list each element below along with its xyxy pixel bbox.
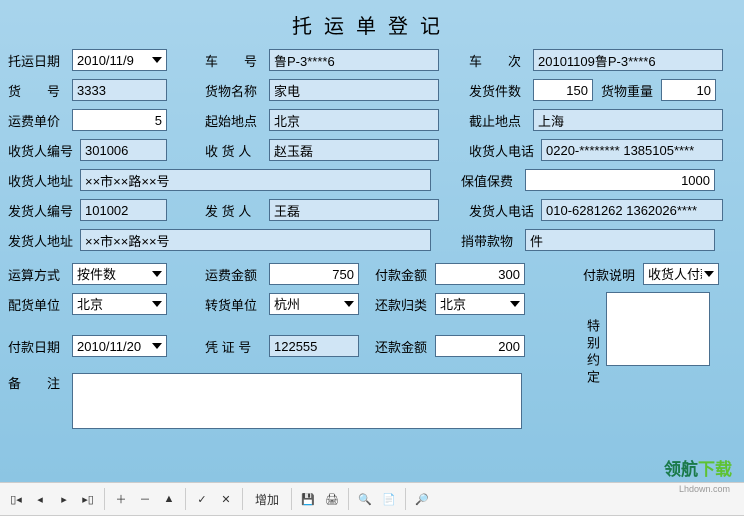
page-title: 托运单登记: [8, 4, 736, 49]
trip-input[interactable]: [533, 49, 723, 71]
send-qty-label: 发货件数: [469, 81, 529, 100]
carry-label: 捎带款物: [461, 231, 521, 250]
toolbar: ▯◂ ◂ ▸ ▸▯ ＋ － ▲ ✓ ✕ 增加 💾 🖨 🔍 📄 🔎: [0, 482, 744, 516]
pay-desc-select[interactable]: 收货人付款: [643, 263, 719, 285]
separator: [348, 488, 349, 510]
plate-input[interactable]: [269, 49, 439, 71]
goods-no-input[interactable]: [72, 79, 167, 101]
recv-addr-label: 收货人地址: [8, 171, 76, 190]
consign-date-select[interactable]: 2010/11/9: [72, 49, 167, 71]
nav-first-button[interactable]: ▯◂: [6, 489, 26, 509]
separator: [104, 488, 105, 510]
send-no-input[interactable]: [80, 199, 167, 221]
plate-label: 车 号: [205, 51, 265, 70]
goods-name-label: 货物名称: [205, 81, 265, 100]
send-name-label: 发 货 人: [205, 201, 265, 220]
insurance-input[interactable]: [525, 169, 715, 191]
preview-icon-button[interactable]: 🔍: [355, 489, 375, 509]
calc-select[interactable]: 按件数: [72, 263, 167, 285]
dest-label: 截止地点: [469, 111, 529, 130]
delete-button[interactable]: －: [135, 489, 155, 509]
pay-date-select[interactable]: 2010/11/20: [72, 335, 167, 357]
recv-phone-label: 收货人电话: [469, 141, 537, 160]
send-no-label: 发货人编号: [8, 201, 76, 220]
watermark-url: Lhdown.com: [679, 484, 730, 494]
recv-phone-input[interactable]: [541, 139, 723, 161]
insurance-label: 保值保费: [461, 171, 521, 190]
repay-amt-input[interactable]: [435, 335, 525, 357]
send-phone-input[interactable]: [541, 199, 723, 221]
trans-select[interactable]: 杭州: [269, 293, 359, 315]
add-text-button[interactable]: 增加: [249, 489, 285, 509]
consign-date-label: 托运日期: [8, 51, 68, 70]
trip-label: 车 次: [469, 51, 529, 70]
pay-amt-label: 付款金额: [375, 265, 431, 284]
pay-date-label: 付款日期: [8, 337, 68, 356]
separator: [291, 488, 292, 510]
goods-no-label: 货 号: [8, 81, 68, 100]
separator: [185, 488, 186, 510]
nav-last-button[interactable]: ▸▯: [78, 489, 98, 509]
send-qty-input[interactable]: [533, 79, 593, 101]
remark-textarea[interactable]: [72, 373, 522, 429]
recv-name-input[interactable]: [269, 139, 439, 161]
add-button[interactable]: ＋: [111, 489, 131, 509]
freight-label: 运费金额: [205, 265, 265, 284]
trans-label: 转货单位: [205, 295, 265, 314]
confirm-button[interactable]: ✓: [192, 489, 212, 509]
recv-no-label: 收货人编号: [8, 141, 76, 160]
voucher-label: 凭 证 号: [205, 337, 265, 356]
send-name-input[interactable]: [269, 199, 439, 221]
repay-amt-label: 还款金额: [375, 337, 431, 356]
recv-addr-input[interactable]: [80, 169, 431, 191]
save-icon-button[interactable]: 💾: [298, 489, 318, 509]
recv-name-label: 收 货 人: [205, 141, 265, 160]
origin-input[interactable]: [269, 109, 439, 131]
remark-label: 备 注: [8, 373, 68, 392]
print-icon-button[interactable]: 🖨: [322, 489, 342, 509]
nav-prev-button[interactable]: ◂: [30, 489, 50, 509]
weight-label: 货物重量: [601, 81, 657, 100]
calc-label: 运算方式: [8, 265, 68, 284]
special-textarea[interactable]: [606, 292, 710, 366]
search-icon-button[interactable]: 🔎: [412, 489, 432, 509]
repay-cat-label: 还款归类: [375, 295, 431, 314]
send-addr-label: 发货人地址: [8, 231, 76, 250]
export-icon-button[interactable]: 📄: [379, 489, 399, 509]
edit-button[interactable]: ▲: [159, 489, 179, 509]
weight-input[interactable]: [661, 79, 716, 101]
watermark: 领航下载: [664, 455, 732, 480]
dest-input[interactable]: [533, 109, 723, 131]
carry-input[interactable]: [525, 229, 715, 251]
pay-amt-input[interactable]: [435, 263, 525, 285]
pay-desc-label: 付款说明: [583, 265, 639, 284]
separator: [405, 488, 406, 510]
nav-next-button[interactable]: ▸: [54, 489, 74, 509]
dist-label: 配货单位: [8, 295, 68, 314]
recv-no-input[interactable]: [80, 139, 167, 161]
goods-name-input[interactable]: [269, 79, 439, 101]
origin-label: 起始地点: [205, 111, 265, 130]
send-addr-input[interactable]: [80, 229, 431, 251]
unit-price-label: 运费单价: [8, 111, 68, 130]
separator: [242, 488, 243, 510]
freight-input[interactable]: [269, 263, 359, 285]
repay-cat-select[interactable]: 北京: [435, 293, 525, 315]
special-label: 特别约定: [583, 319, 602, 369]
cancel-button[interactable]: ✕: [216, 489, 236, 509]
send-phone-label: 发货人电话: [469, 201, 537, 220]
unit-price-input[interactable]: [72, 109, 167, 131]
dist-select[interactable]: 北京: [72, 293, 167, 315]
voucher-input[interactable]: [269, 335, 359, 357]
